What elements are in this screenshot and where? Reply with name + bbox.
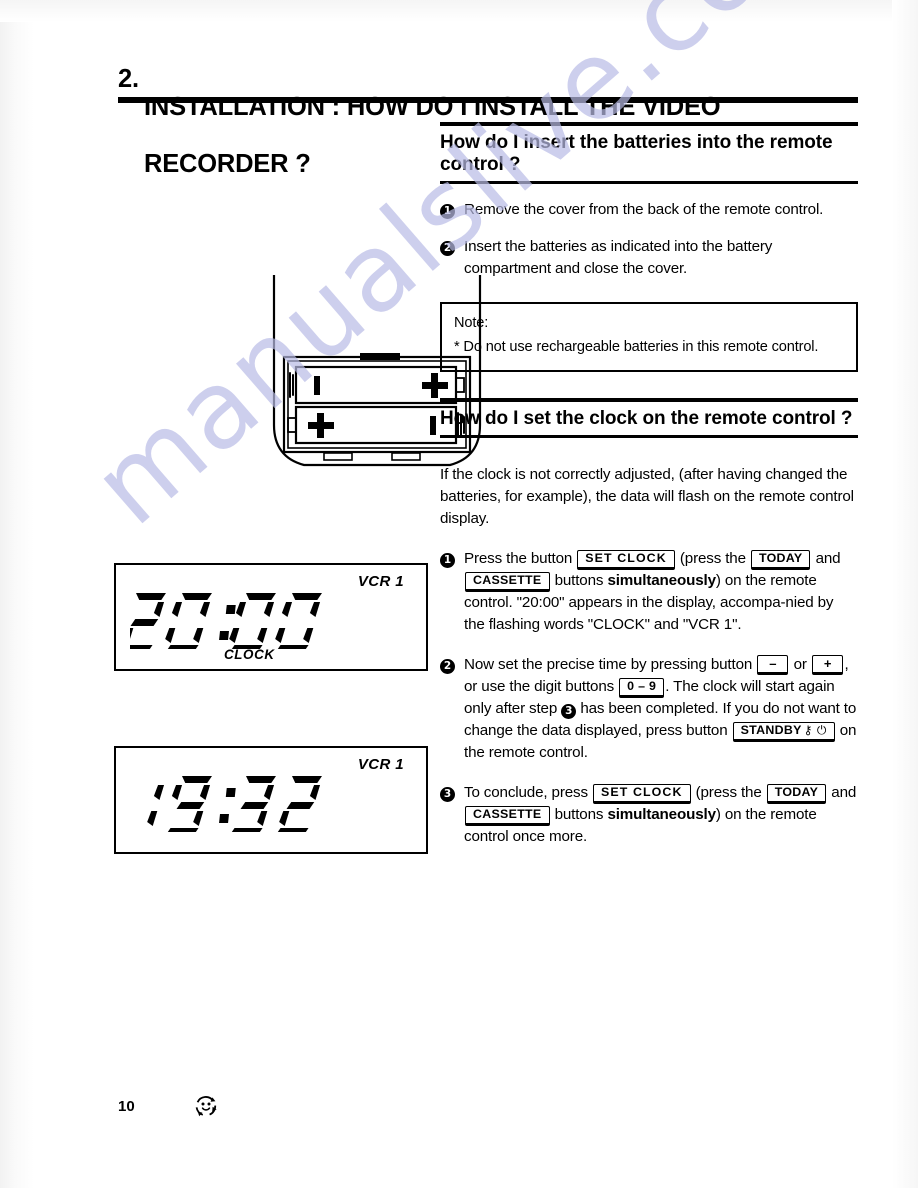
key-today[interactable]: TODAY (750, 550, 811, 571)
step-item: 3 To conclude, press SET CLOCK (press th… (440, 782, 858, 848)
step1-part-2: (press the (679, 550, 746, 568)
key-digits-0-9[interactable]: 0 – 9 (619, 678, 665, 699)
section-rule-top-2 (440, 397, 858, 402)
step-bullet-2: 2 (440, 241, 455, 257)
chapter-title-line-2: RECORDER ? (144, 150, 311, 179)
seven-segment-time-2000 (119, 593, 322, 652)
page-footer: 10 (118, 1093, 219, 1119)
section-rule-bottom (440, 181, 858, 185)
step-item: 1 Press the button SET CLOCK (press the … (440, 548, 858, 636)
key-lock-power-icon: ⚷ ⏻ (803, 723, 827, 738)
smiley-recycle-icon (193, 1093, 219, 1119)
scan-edge-shadow-left (0, 0, 34, 1188)
step-number: 2 (440, 236, 464, 257)
step2-part-2: or (793, 656, 807, 674)
step-reference-bullet-3: 3 (561, 704, 577, 720)
step-number: 3 (440, 782, 464, 803)
lcd-clock-label: CLOCK (224, 647, 275, 662)
step-text-1: Remove the cover from the back of the re… (464, 201, 824, 219)
section-heading-clock: How do I set the clock on the remote con… (440, 407, 853, 429)
step3-emphasis: simultaneously (607, 806, 716, 824)
manual-page: 2. INSTALLATION : HOW DO I INSTALL THE V… (0, 0, 918, 1188)
battery-bottom-minus-mark (430, 416, 436, 435)
step3-part-1: To conclude, press (464, 784, 588, 802)
key-standby-label: STANDBY (740, 723, 802, 738)
chapter-number: 2. (118, 64, 139, 93)
section-insert-batteries: How do I insert the batteries into the r… (440, 122, 858, 372)
key-today[interactable]: TODAY (766, 784, 827, 805)
step-item: 2 Now set the precise time by pressing b… (440, 654, 858, 764)
key-cassette[interactable]: CASSETTE (465, 572, 550, 593)
key-standby[interactable]: STANDBY ⚷ ⏻ (732, 722, 835, 743)
step2-part-1: Now set the precise time by pressing but… (464, 656, 753, 674)
step-number: 1 (440, 199, 464, 220)
step1-part-3: and (815, 550, 841, 568)
note-box: Note: * Do not use rechargeable batterie… (440, 302, 858, 372)
clock-intro-text: If the clock is not correctly adjusted, … (440, 466, 854, 527)
note-title: Note: (454, 315, 489, 332)
section-set-clock: How do I set the clock on the remote con… (440, 397, 858, 849)
step-text-2: Insert the batteries as indicated into t… (464, 238, 773, 278)
seven-segment-time-1932 (147, 776, 322, 835)
key-set-clock[interactable]: SET CLOCK (593, 784, 691, 805)
step-number: 1 (440, 548, 464, 569)
step-text-clock-3: To conclude, press SET CLOCK (press the … (464, 782, 858, 848)
chapter-divider-rule (118, 97, 858, 103)
step-text-clock-2: Now set the precise time by pressing but… (464, 654, 858, 764)
lcd-vcr-label-2: VCR 1 (357, 756, 404, 773)
scan-edge-shadow-top (0, 0, 918, 22)
step-text-clock-1: Press the button SET CLOCK (press the TO… (464, 548, 858, 636)
key-set-clock[interactable]: SET CLOCK (577, 550, 675, 571)
step3-part-4: buttons (554, 806, 604, 824)
step1-part-1: Press the button (464, 550, 573, 568)
lcd-display-clock-adjusted: VCR 1 (114, 746, 428, 854)
section-rule-top (440, 122, 858, 126)
lcd-time-value-2 (130, 774, 330, 837)
step-item: 1 Remove the cover from the back of the … (440, 199, 858, 221)
step3-part-3: and (831, 784, 857, 802)
step-item: 2 Insert the batteries as indicated into… (440, 236, 858, 280)
key-cassette[interactable]: CASSETTE (465, 806, 550, 827)
lcd-vcr-label: VCR 1 (357, 573, 404, 590)
step1-emphasis: simultaneously (607, 572, 716, 590)
step-number: 2 (440, 654, 464, 675)
step1-part-4: buttons (554, 572, 604, 590)
step-bullet-1: 1 (440, 553, 455, 569)
step2-part-5: has been completed. (580, 700, 719, 718)
right-text-column: How do I insert the batteries into the r… (440, 122, 858, 852)
page-number: 10 (118, 1097, 135, 1115)
key-plus[interactable]: + (811, 655, 844, 676)
key-minus[interactable]: – (757, 655, 789, 676)
step-bullet-2: 2 (440, 659, 455, 675)
step-bullet-1: 1 (440, 204, 455, 220)
battery-top-minus-mark (314, 376, 320, 395)
step-bullet-3: 3 (440, 787, 455, 803)
lcd-time-value (119, 591, 330, 654)
section-heading-batteries: How do I insert the batteries into the r… (440, 132, 833, 175)
section-rule-bottom-2 (440, 435, 858, 439)
scan-edge-shadow-right (892, 0, 918, 1188)
battery-bottom-plus-mark (308, 413, 334, 438)
lcd-display-clock-set: VCR 1 CLOCK (114, 563, 428, 671)
step3-part-2: (press the (695, 784, 762, 802)
note-body: * Do not use rechargeable batteries in t… (454, 338, 819, 355)
